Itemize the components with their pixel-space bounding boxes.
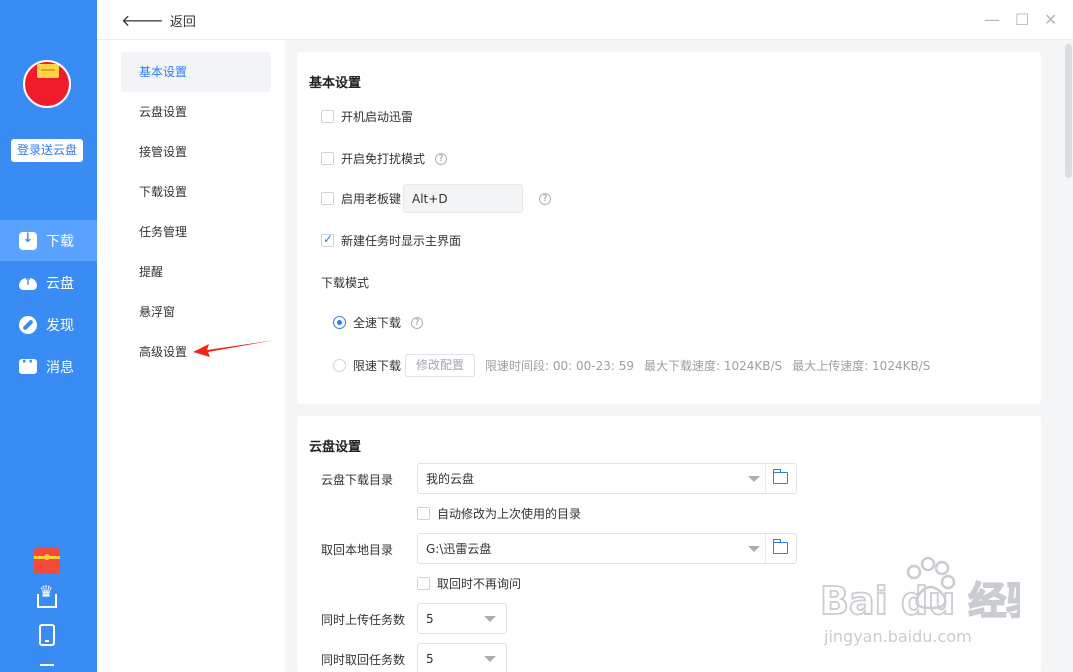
watermark-url: jingyan.baidu.com	[823, 627, 972, 646]
menu-icon[interactable]	[40, 664, 54, 666]
auto-modify-label: 自动修改为上次使用的目录	[437, 507, 582, 521]
boss-key-checkbox[interactable]	[321, 192, 334, 205]
nav-cloud[interactable]: 云盘	[0, 262, 97, 303]
minimize-icon[interactable]: —	[984, 10, 1000, 29]
retrieve-tasks-value: 5	[426, 651, 434, 666]
watermark-text: Bai du 经验	[820, 579, 1020, 623]
boss-key-label: 启用老板键	[341, 192, 402, 206]
limit-time-text: 限速时间段: 00: 00-23: 59	[485, 359, 635, 373]
back-label: 返回	[169, 14, 196, 30]
help-icon[interactable]: ?	[539, 192, 552, 205]
help-icon[interactable]: ?	[435, 152, 448, 165]
divider	[765, 464, 766, 493]
limit-speed-option[interactable]: 限速下载 修改配置 限速时间段: 00: 00-23: 59 最大下载速度: 1…	[333, 354, 930, 377]
no-ask-checkbox[interactable]	[417, 577, 430, 590]
cloud-download-dir-value: 我的云盘	[426, 472, 475, 486]
back-button[interactable]: 🡐 返回	[121, 10, 196, 30]
full-speed-radio[interactable]	[333, 316, 346, 329]
full-speed-option[interactable]: 全速下载 ?	[333, 314, 424, 331]
dnd-option[interactable]: 开启免打扰模式 ?	[321, 150, 448, 167]
chevron-down-icon	[484, 656, 496, 662]
red-packet-icon	[37, 64, 59, 78]
menu-takeover-settings[interactable]: 接管设置	[121, 132, 271, 172]
cloud-settings-title: 云盘设置	[309, 440, 362, 455]
max-download-text: 最大下载速度: 1024KB/S	[644, 359, 783, 373]
upload-tasks-select[interactable]: 5	[417, 603, 507, 634]
basic-settings-panel: 基本设置 开机启动迅雷 开启免打扰模式 ? 启用老板键 Alt+D ? 新建任务…	[297, 52, 1041, 404]
auto-modify-checkbox[interactable]	[417, 507, 430, 520]
nav-download-label: 下载	[46, 233, 74, 250]
baidu-watermark: Bai du 经验 jingyan.baidu.com	[820, 556, 1020, 646]
nav-download[interactable]: 下载	[0, 220, 97, 261]
no-ask-option[interactable]: 取回时不再询问	[417, 575, 521, 592]
chevron-down-icon	[484, 616, 496, 622]
divider	[765, 534, 766, 563]
menu-download-settings[interactable]: 下载设置	[121, 172, 271, 212]
boss-key-option[interactable]: 启用老板键 Alt+D ?	[321, 184, 552, 213]
nav-message[interactable]: 消息	[0, 346, 97, 387]
show-main-checkbox[interactable]	[321, 232, 334, 247]
no-ask-label: 取回时不再询问	[437, 577, 522, 591]
basic-settings-title: 基本设置	[309, 76, 362, 91]
help-icon[interactable]: ?	[411, 316, 424, 329]
cloud-download-dir-label: 云盘下载目录	[321, 473, 394, 487]
retrieve-tasks-label: 同时取回任务数	[321, 653, 406, 667]
startup-label: 开机启动迅雷	[341, 110, 414, 124]
message-icon	[19, 354, 37, 374]
show-main-option[interactable]: 新建任务时显示主界面	[321, 232, 461, 249]
max-upload-text: 最大上传速度: 1024KB/S	[792, 359, 931, 373]
startup-option[interactable]: 开机启动迅雷	[321, 108, 413, 125]
scrollbar-thumb[interactable]	[1065, 44, 1072, 178]
annotation-arrow	[193, 340, 275, 357]
limit-speed-label: 限速下载	[353, 359, 402, 373]
menu-floating-window[interactable]: 悬浮窗	[121, 292, 271, 332]
nav-discover-label: 发现	[46, 317, 74, 334]
menu-basic-settings[interactable]: 基本设置	[121, 52, 271, 92]
retrieve-tasks-select[interactable]: 5	[417, 643, 507, 672]
login-button[interactable]: 登录送云盘	[11, 139, 83, 162]
phone-icon[interactable]	[39, 624, 55, 646]
download-icon	[19, 231, 37, 250]
menu-reminder[interactable]: 提醒	[121, 252, 271, 292]
avatar[interactable]	[23, 60, 71, 108]
modify-config-button[interactable]: 修改配置	[405, 354, 476, 377]
folder-icon[interactable]	[773, 469, 788, 484]
show-main-label: 新建任务时显示主界面	[341, 234, 462, 248]
upload-tasks-value: 5	[426, 611, 434, 626]
local-dir-value: G:\迅雷云盘	[426, 542, 492, 556]
full-speed-label: 全速下载	[353, 316, 402, 330]
upload-tasks-label: 同时上传任务数	[321, 613, 406, 627]
nav-message-label: 消息	[46, 359, 74, 376]
chevron-down-icon	[748, 546, 760, 552]
local-dir-select[interactable]: G:\迅雷云盘	[417, 533, 797, 564]
compass-icon	[19, 315, 37, 334]
maximize-icon[interactable]: ☐	[1015, 10, 1029, 29]
startup-checkbox[interactable]	[321, 110, 334, 123]
nav-discover[interactable]: 发现	[0, 304, 97, 345]
arrow-left-icon: 🡐	[121, 11, 164, 30]
dnd-label: 开启免打扰模式	[341, 152, 426, 166]
download-mode-title: 下载模式	[321, 276, 370, 290]
red-envelope-icon[interactable]	[34, 548, 60, 574]
cloud-icon	[19, 275, 37, 290]
menu-task-management[interactable]: 任务管理	[121, 212, 271, 252]
crown-icon[interactable]	[37, 582, 57, 608]
left-sidebar: 登录送云盘 下载 云盘 发现 消息	[0, 0, 97, 672]
menu-cloud-settings[interactable]: 云盘设置	[121, 92, 271, 132]
local-dir-label: 取回本地目录	[321, 543, 394, 557]
chevron-down-icon	[748, 476, 760, 482]
boss-key-input[interactable]: Alt+D	[403, 184, 524, 213]
cloud-download-dir-select[interactable]: 我的云盘	[417, 463, 797, 494]
top-header: 🡐 返回 — ☐ ✕	[97, 0, 1073, 40]
close-icon[interactable]: ✕	[1044, 10, 1057, 29]
limit-speed-radio[interactable]	[333, 359, 346, 372]
folder-icon[interactable]	[773, 539, 788, 554]
dnd-checkbox[interactable]	[321, 152, 334, 165]
auto-modify-option[interactable]: 自动修改为上次使用的目录	[417, 505, 581, 522]
nav-cloud-label: 云盘	[46, 275, 74, 292]
